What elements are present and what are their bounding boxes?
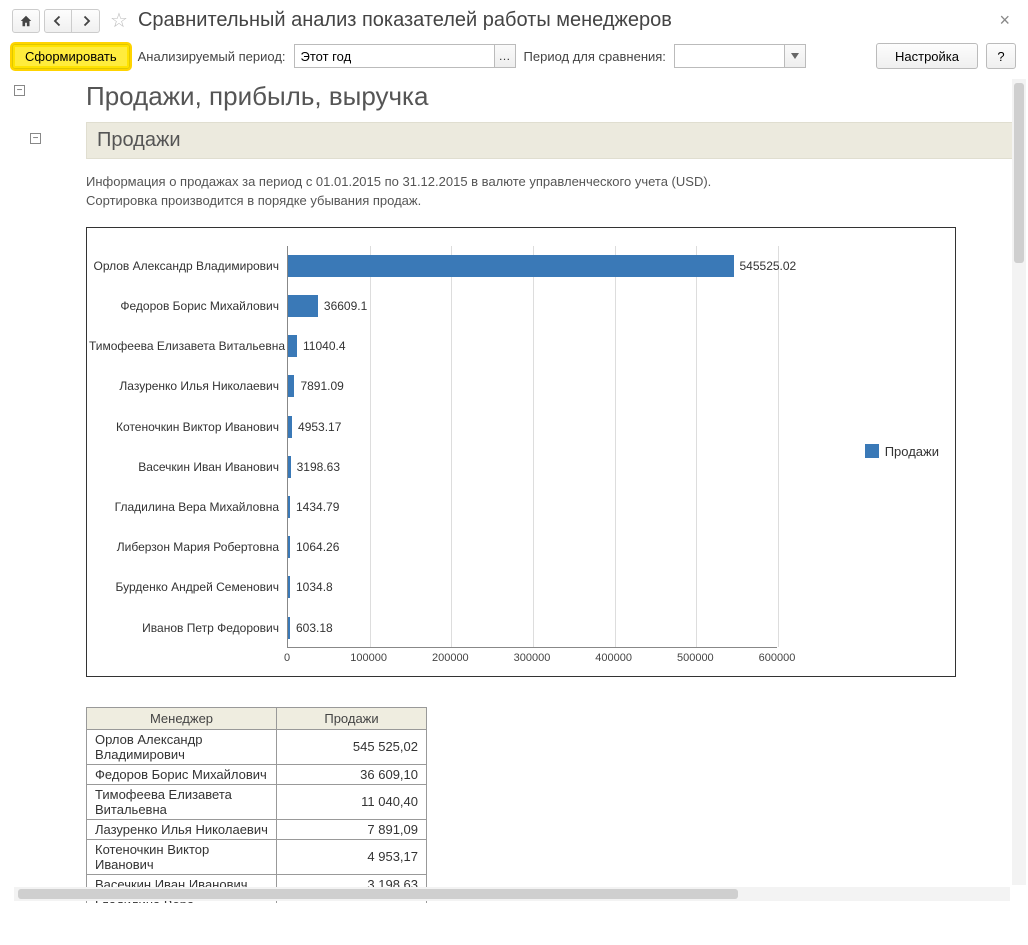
chart-category-label: Орлов Александр Владимирович (89, 259, 279, 273)
collapse-handle-root[interactable]: − (14, 85, 25, 96)
vertical-scrollbar[interactable] (1012, 79, 1026, 885)
chart-bar-value: 1434.79 (296, 500, 339, 514)
table-row[interactable]: Федоров Борис Михайлович36 609,10 (87, 764, 427, 784)
chart-bar: 11040.4 (288, 335, 346, 357)
sales-chart: 545525.02 36609.1 11040.4 7891.09 4953.17 319… (86, 227, 956, 677)
cell-sales: 11 040,40 (277, 784, 427, 819)
chart-category-label: Котеночкин Виктор Иванович (89, 420, 279, 434)
table-row[interactable]: Лазуренко Илья Николаевич7 891,09 (87, 819, 427, 839)
sales-table: Менеджер Продажи Орлов Александр Владими… (86, 707, 427, 903)
cell-sales: 7 891,09 (277, 819, 427, 839)
period-picker-button[interactable]: … (494, 44, 516, 68)
period-input[interactable] (294, 44, 494, 68)
chart-bar-value: 4953.17 (298, 420, 341, 434)
chart-bar-value: 36609.1 (324, 299, 367, 313)
chart-bar-value: 1034.8 (296, 580, 333, 594)
cell-sales: 36 609,10 (277, 764, 427, 784)
legend-swatch (865, 444, 879, 458)
table-header-manager: Менеджер (87, 707, 277, 729)
home-button[interactable] (12, 9, 40, 33)
chart-category-label: Иванов Петр Федорович (89, 621, 279, 635)
x-tick: 100000 (350, 652, 387, 664)
chart-bar: 1064.26 (288, 536, 339, 558)
chart-category-label: Федоров Борис Михайлович (89, 299, 279, 313)
forward-button[interactable] (72, 9, 100, 33)
cell-sales: 545 525,02 (277, 729, 427, 764)
settings-button[interactable]: Настройка (876, 43, 978, 69)
chart-bar-value: 1064.26 (296, 540, 339, 554)
report-area: − − Продажи, прибыль, выручка Продажи Ин… (0, 79, 1028, 903)
chart-category-label: Либерзон Мария Робертовна (89, 540, 279, 554)
x-tick: 600000 (759, 652, 796, 664)
cell-manager: Лазуренко Илья Николаевич (87, 819, 277, 839)
compare-period-dropdown[interactable] (784, 44, 806, 68)
x-tick: 200000 (432, 652, 469, 664)
chart-bar: 603.18 (288, 617, 333, 639)
close-button[interactable]: × (993, 10, 1016, 31)
report-heading: Продажи, прибыль, выручка (86, 81, 1014, 112)
titlebar: ☆ Сравнительный анализ показателей работ… (0, 0, 1028, 37)
section-description: Информация о продажах за период с 01.01.… (86, 173, 1014, 211)
chart-bar: 3198.63 (288, 456, 340, 478)
chart-category-label: Васечкин Иван Иванович (89, 460, 279, 474)
generate-button[interactable]: Сформировать (12, 44, 130, 69)
cell-manager: Тимофеева Елизавета Витальевна (87, 784, 277, 819)
table-header-sales: Продажи (277, 707, 427, 729)
compare-period-input[interactable] (674, 44, 784, 68)
period-label: Анализируемый период: (138, 49, 286, 64)
chart-bar: 545525.02 (288, 255, 796, 277)
x-tick: 500000 (677, 652, 714, 664)
table-row[interactable]: Котеночкин Виктор Иванович4 953,17 (87, 839, 427, 874)
chart-bar: 1434.79 (288, 496, 339, 518)
desc-line-1: Информация о продажах за период с 01.01.… (86, 174, 711, 189)
chart-bar: 1034.8 (288, 576, 333, 598)
x-tick: 400000 (595, 652, 632, 664)
x-tick: 300000 (514, 652, 551, 664)
chart-legend: Продажи (865, 444, 939, 459)
chart-category-label: Тимофеева Елизавета Витальевна (89, 339, 279, 353)
cell-manager: Орлов Александр Владимирович (87, 729, 277, 764)
collapse-handle-section[interactable]: − (30, 133, 41, 144)
chart-bar: 36609.1 (288, 295, 367, 317)
chart-bar-value: 7891.09 (300, 379, 343, 393)
chart-bar: 4953.17 (288, 416, 341, 438)
section-heading: Продажи (86, 122, 1014, 159)
chart-bar-value: 545525.02 (740, 259, 797, 273)
chart-bar-value: 3198.63 (297, 460, 340, 474)
x-tick: 0 (284, 652, 290, 664)
chart-bar-value: 11040.4 (303, 339, 346, 353)
table-row[interactable]: Орлов Александр Владимирович545 525,02 (87, 729, 427, 764)
help-button[interactable]: ? (986, 43, 1016, 69)
horizontal-scrollbar[interactable] (14, 887, 1010, 901)
toolbar: Сформировать Анализируемый период: … Пер… (0, 37, 1028, 79)
page-title: Сравнительный анализ показателей работы … (138, 9, 672, 32)
back-button[interactable] (44, 9, 72, 33)
chart-bar-value: 603.18 (296, 621, 333, 635)
table-row[interactable]: Тимофеева Елизавета Витальевна11 040,40 (87, 784, 427, 819)
favorite-star-icon[interactable]: ☆ (110, 8, 128, 33)
compare-period-label: Период для сравнения: (524, 49, 666, 64)
cell-manager: Котеночкин Виктор Иванович (87, 839, 277, 874)
desc-line-2: Сортировка производится в порядке убыван… (86, 193, 421, 208)
chart-category-label: Бурденко Андрей Семенович (89, 580, 279, 594)
chart-category-label: Гладилина Вера Михайловна (89, 500, 279, 514)
cell-manager: Федоров Борис Михайлович (87, 764, 277, 784)
chart-bar: 7891.09 (288, 375, 344, 397)
legend-label: Продажи (885, 444, 939, 459)
cell-sales: 4 953,17 (277, 839, 427, 874)
chart-category-label: Лазуренко Илья Николаевич (89, 379, 279, 393)
